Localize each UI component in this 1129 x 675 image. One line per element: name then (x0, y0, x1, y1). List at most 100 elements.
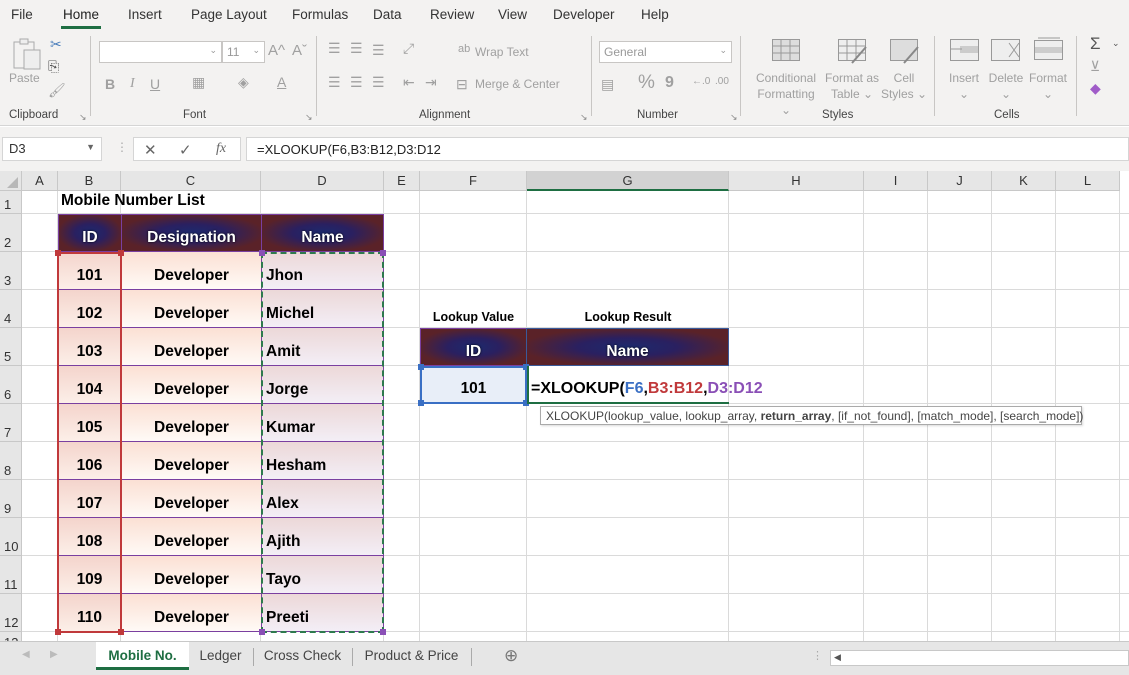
cell-name[interactable]: Jorge (262, 366, 384, 404)
row-header-11[interactable]: 11 (0, 556, 22, 594)
underline-button[interactable]: U (150, 76, 160, 92)
enter-icon[interactable]: ✓ (179, 141, 192, 159)
menu-data[interactable]: Data (373, 7, 402, 22)
insert-function-icon[interactable]: fx (216, 141, 226, 157)
orientation-icon[interactable]: ⤢ (403, 40, 414, 57)
cell-name[interactable]: Michel (262, 290, 384, 328)
add-sheet-button[interactable]: ⊕ (504, 646, 518, 666)
range-handle[interactable] (418, 400, 424, 406)
accounting-format-icon[interactable]: ▤ (601, 76, 614, 93)
align-middle-icon[interactable]: ☰ (350, 40, 363, 57)
decrease-indent-icon[interactable]: ⇤ (403, 74, 415, 91)
cell-id[interactable]: 105 (58, 404, 122, 442)
menu-review[interactable]: Review (430, 7, 474, 22)
row-header-7[interactable]: 7 (0, 404, 22, 442)
range-handle[interactable] (55, 629, 61, 635)
cell-designation[interactable]: Developer (122, 366, 262, 404)
lookup-header-name[interactable]: Name (526, 328, 729, 366)
active-cell-editor[interactable]: =XLOOKUP(F6, B3:B12, D3:D12 (527, 366, 763, 404)
row-header-10[interactable]: 10 (0, 518, 22, 556)
percent-button[interactable]: % (638, 72, 655, 94)
format-as-table-button[interactable]: Format as Table ⌄ (823, 70, 881, 102)
cell-name[interactable]: Tayo (262, 556, 384, 594)
column-header-c[interactable]: C (121, 171, 261, 191)
cell-id[interactable]: 109 (58, 556, 122, 594)
paste-icon[interactable] (12, 38, 42, 70)
font-name-combo[interactable]: ⌄ (99, 41, 222, 63)
row-header-9[interactable]: 9 (0, 480, 22, 518)
autosum-button[interactable]: Σ (1090, 34, 1101, 54)
column-header-g[interactable]: G (527, 171, 729, 191)
cell-name[interactable]: Alex (262, 480, 384, 518)
cell-name[interactable]: Ajith (262, 518, 384, 556)
menu-home[interactable]: Home (60, 7, 102, 29)
name-box[interactable]: D3 ▼ (2, 137, 102, 161)
row-header-4[interactable]: 4 (0, 290, 22, 328)
sheet-title[interactable]: Mobile Number List (58, 191, 358, 214)
clipboard-launcher-icon[interactable]: ↘ (79, 112, 87, 123)
cell-designation[interactable]: Developer (122, 252, 262, 290)
cell-name[interactable]: Jhon (262, 252, 384, 290)
range-handle[interactable] (259, 629, 265, 635)
number-format-combo[interactable]: General ⌄ (599, 41, 732, 63)
header-name[interactable]: Name (261, 214, 384, 252)
range-handle[interactable] (259, 250, 265, 256)
cell-id[interactable]: 106 (58, 442, 122, 480)
column-header-h[interactable]: H (729, 171, 864, 191)
column-header-b[interactable]: B (58, 171, 121, 191)
tab-ledger[interactable]: Ledger (189, 642, 252, 670)
menu-formulas[interactable]: Formulas (292, 7, 348, 22)
select-all-button[interactable] (0, 171, 22, 191)
font-launcher-icon[interactable]: ↘ (305, 112, 313, 123)
cell-id[interactable]: 103 (58, 328, 122, 366)
alignment-launcher-icon[interactable]: ↘ (580, 112, 588, 123)
cell-id[interactable]: 108 (58, 518, 122, 556)
clear-icon[interactable]: ◆ (1090, 80, 1101, 97)
tab-mobile-no[interactable]: Mobile No. (96, 642, 189, 670)
row-header-3[interactable]: 3 (0, 252, 22, 290)
increase-indent-icon[interactable]: ⇥ (425, 74, 437, 91)
range-handle[interactable] (55, 250, 61, 256)
format-painter-icon[interactable]: 🖌 (48, 82, 66, 99)
align-left-icon[interactable]: ☰ (328, 74, 341, 91)
cell-name[interactable]: Preeti (262, 594, 384, 632)
row-header-6[interactable]: 6 (0, 366, 22, 404)
prev-sheet-icon[interactable]: ◀ (22, 649, 30, 660)
tab-product-price[interactable]: Product & Price (353, 642, 470, 670)
format-cells-button[interactable]: Format ⌄ (1027, 70, 1069, 102)
column-header-l[interactable]: L (1056, 171, 1120, 191)
menu-insert[interactable]: Insert (128, 7, 162, 22)
function-tooltip[interactable]: XLOOKUP(lookup_value, lookup_array, retu… (540, 406, 1083, 425)
cell-id[interactable]: 107 (58, 480, 122, 518)
formula-input[interactable]: =XLOOKUP(F6,B3:B12,D3:D12 (246, 137, 1129, 161)
range-handle[interactable] (118, 250, 124, 256)
cell-name[interactable]: Amit (262, 328, 384, 366)
cell-designation[interactable]: Developer (122, 290, 262, 328)
cell-designation[interactable]: Developer (122, 480, 262, 518)
merge-center-button[interactable]: Merge & Center (475, 76, 560, 92)
font-size-combo[interactable]: 11 ⌄ (222, 41, 265, 63)
cell-id[interactable]: 104 (58, 366, 122, 404)
wrap-text-button[interactable]: Wrap Text (475, 44, 529, 60)
cell-id[interactable]: 101 (58, 252, 122, 290)
align-bottom-icon[interactable]: ☰ (372, 42, 385, 59)
column-header-a[interactable]: A (22, 171, 58, 191)
paste-button[interactable]: Paste (9, 70, 40, 86)
decrease-decimal-icon[interactable]: .00 (715, 76, 729, 87)
menu-developer[interactable]: Developer (553, 7, 615, 22)
header-designation[interactable]: Designation (121, 214, 262, 252)
menu-help[interactable]: Help (641, 7, 669, 22)
cell-designation[interactable]: Developer (122, 404, 262, 442)
conditional-formatting-button[interactable]: Conditional Formatting ⌄ (752, 70, 820, 118)
cell-designation[interactable]: Developer (122, 594, 262, 632)
font-color-button[interactable]: A (277, 74, 286, 90)
number-launcher-icon[interactable]: ↘ (730, 112, 738, 123)
increase-decimal-icon[interactable]: ←.0 (692, 76, 710, 87)
column-header-i[interactable]: I (864, 171, 928, 191)
next-sheet-icon[interactable]: ▶ (50, 649, 58, 660)
tab-cross-check[interactable]: Cross Check (254, 642, 351, 670)
cell-id[interactable]: 102 (58, 290, 122, 328)
borders-icon[interactable]: ▦ (192, 74, 205, 91)
cell-designation[interactable]: Developer (122, 328, 262, 366)
italic-button[interactable]: I (130, 76, 135, 92)
